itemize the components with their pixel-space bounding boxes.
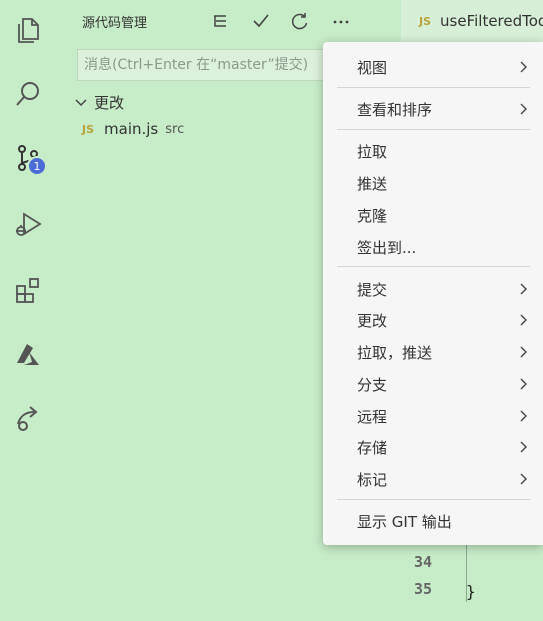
activity-bar: 1 <box>0 0 56 621</box>
menu-item-remote[interactable]: 远程 <box>323 401 543 431</box>
more-actions-icon[interactable] <box>329 9 353 33</box>
menu-item-label: 存储 <box>357 438 388 457</box>
view-as-tree-icon[interactable] <box>208 9 232 33</box>
menu-item-pull[interactable]: 拉取 <box>323 136 543 166</box>
changes-group[interactable]: 更改 <box>74 91 124 113</box>
menu-item-label: 签出到... <box>357 238 417 257</box>
chevron-right-icon <box>520 61 527 73</box>
file-directory: src <box>165 121 185 137</box>
menu-item-view-and-sort[interactable]: 查看和排序 <box>323 94 543 124</box>
code-line: } <box>466 582 476 601</box>
refresh-icon[interactable] <box>288 9 312 33</box>
editor-tab[interactable]: JS useFilteredTodos <box>401 0 543 42</box>
line-number: 35 <box>413 580 432 598</box>
more-actions-menu: 视图 查看和排序 拉取 推送 克隆 签出到... 提交 更改 拉取，推送 分支 … <box>323 42 543 545</box>
tab-label: useFilteredTodos <box>440 12 543 30</box>
menu-item-label: 推送 <box>357 174 388 193</box>
menu-item-changes[interactable]: 更改 <box>323 305 543 335</box>
editor-tab-bar: JS useFilteredTodos <box>374 0 543 42</box>
chevron-right-icon <box>520 441 527 453</box>
chevron-right-icon <box>520 103 527 115</box>
azure-icon[interactable] <box>0 326 56 382</box>
chevron-right-icon <box>520 346 527 358</box>
js-file-icon: JS <box>419 14 432 28</box>
menu-item-label: 标记 <box>357 470 388 489</box>
chevron-right-icon <box>520 473 527 485</box>
menu-item-label: 克隆 <box>357 206 388 225</box>
menu-item-label: 更改 <box>357 311 388 330</box>
menu-item-view[interactable]: 视图 <box>323 52 543 82</box>
chevron-down-icon <box>75 99 87 107</box>
search-icon[interactable] <box>0 66 56 122</box>
menu-item-push[interactable]: 推送 <box>323 168 543 198</box>
changed-file-item[interactable]: JS main.js src <box>82 118 184 140</box>
chevron-right-icon <box>520 378 527 390</box>
menu-separator <box>337 87 530 88</box>
menu-item-label: 拉取，推送 <box>357 343 433 362</box>
source-control-badge: 1 <box>27 156 47 176</box>
js-file-icon: JS <box>82 122 95 136</box>
source-control-icon[interactable]: 1 <box>0 130 56 186</box>
menu-separator <box>337 499 530 500</box>
menu-item-clone[interactable]: 克隆 <box>323 200 543 230</box>
extensions-icon[interactable] <box>0 262 56 318</box>
panel-title: 源代码管理 <box>82 16 148 31</box>
menu-item-pull-push[interactable]: 拉取，推送 <box>323 337 543 367</box>
chevron-right-icon <box>520 410 527 422</box>
live-share-icon[interactable] <box>0 390 56 446</box>
menu-item-stash[interactable]: 存储 <box>323 432 543 462</box>
menu-separator <box>337 129 530 130</box>
menu-item-tags[interactable]: 标记 <box>323 464 543 494</box>
menu-item-commit[interactable]: 提交 <box>323 274 543 304</box>
changes-group-label: 更改 <box>94 93 125 112</box>
menu-item-label: 查看和排序 <box>357 100 433 119</box>
run-debug-icon[interactable] <box>0 196 56 252</box>
menu-item-checkout-to[interactable]: 签出到... <box>323 232 543 262</box>
panel-header: 源代码管理 <box>56 0 374 42</box>
commit-message-input[interactable] <box>77 49 357 81</box>
chevron-right-icon <box>520 283 527 295</box>
menu-item-show-git-output[interactable]: 显示 GIT 输出 <box>323 506 543 536</box>
menu-separator <box>337 266 530 267</box>
menu-item-label: 视图 <box>357 58 388 77</box>
commit-check-icon[interactable] <box>249 9 273 33</box>
menu-item-label: 远程 <box>357 407 388 426</box>
menu-item-label: 显示 GIT 输出 <box>357 512 452 531</box>
menu-item-branch[interactable]: 分支 <box>323 369 543 399</box>
chevron-right-icon <box>520 314 527 326</box>
files-icon[interactable] <box>0 2 56 58</box>
file-name: main.js <box>104 120 159 138</box>
menu-item-label: 分支 <box>357 375 388 394</box>
line-number: 34 <box>413 553 432 571</box>
menu-item-label: 拉取 <box>357 142 388 161</box>
menu-item-label: 提交 <box>357 280 388 299</box>
